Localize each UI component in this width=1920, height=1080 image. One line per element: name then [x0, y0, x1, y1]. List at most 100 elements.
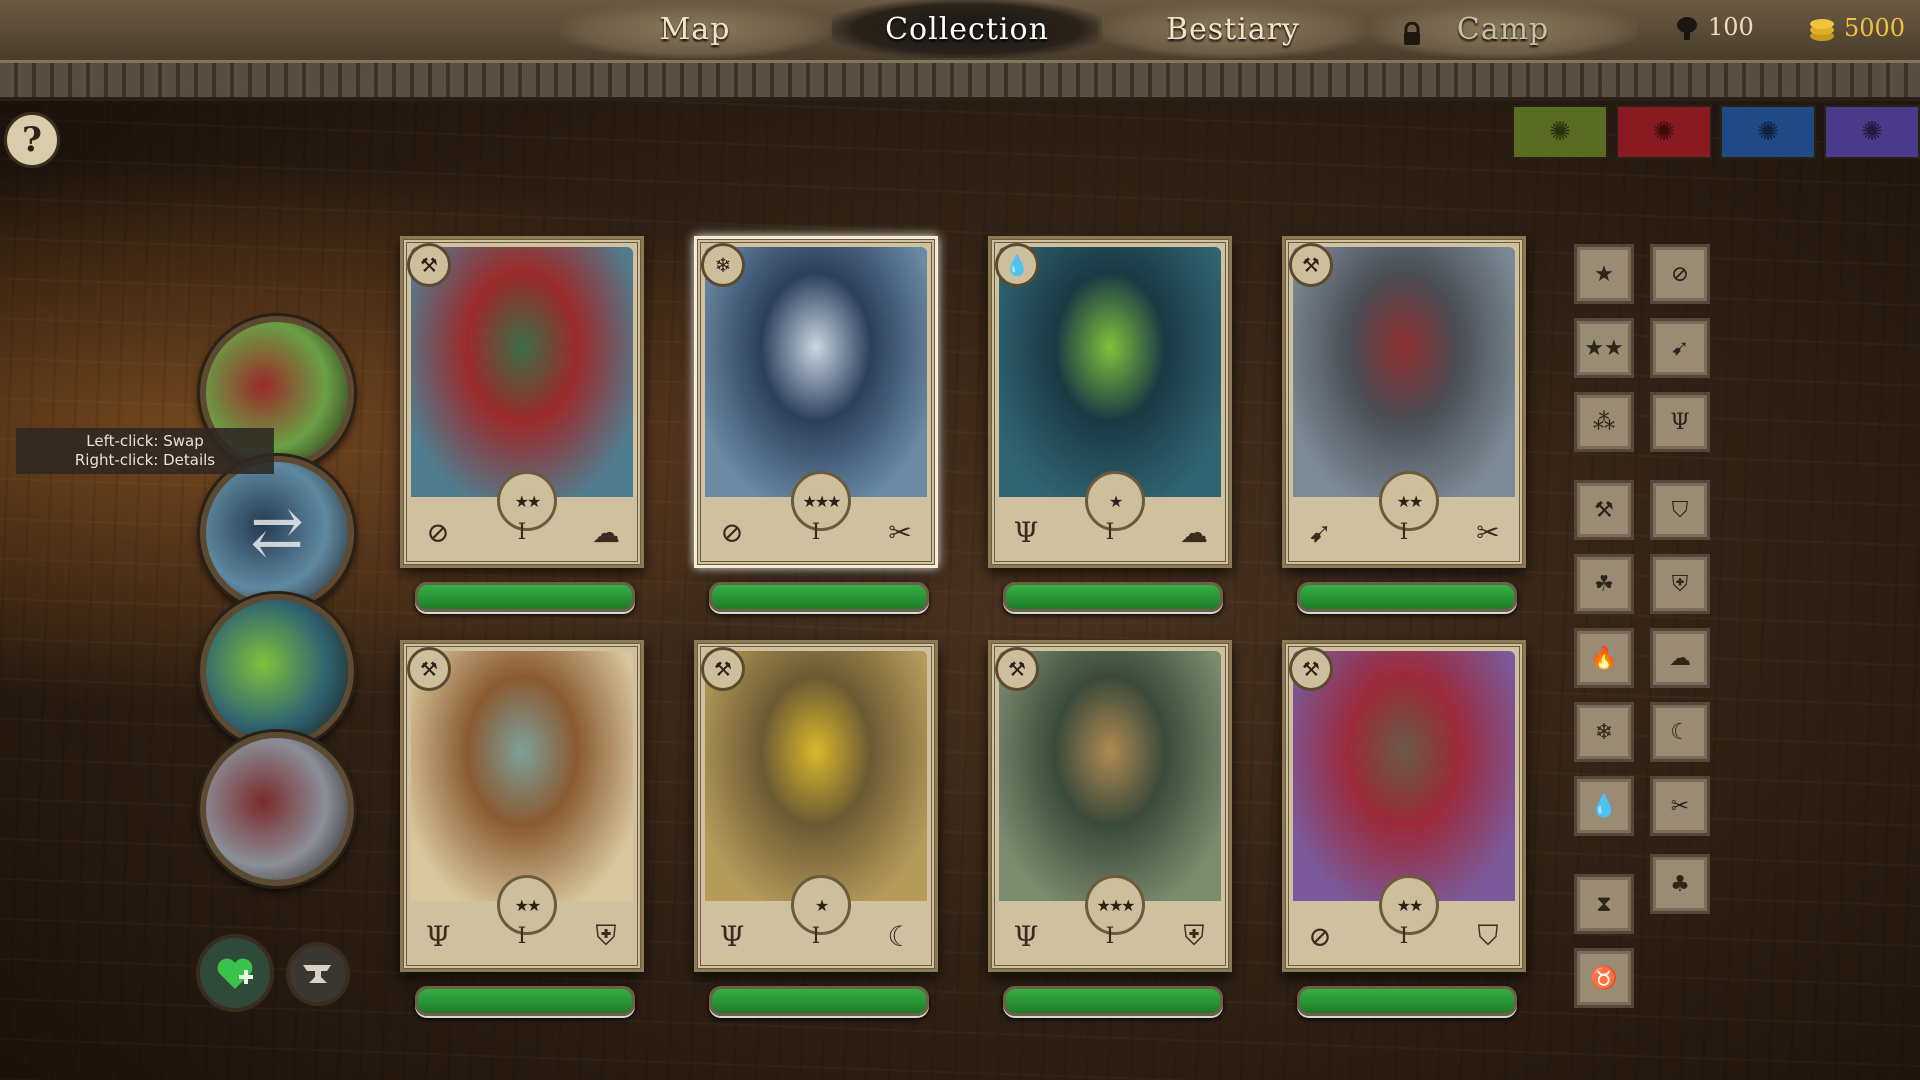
health-fill [712, 585, 926, 609]
unit-card-7[interactable]: ⚒ ★★★ Ψ I ⛨ [988, 640, 1232, 972]
serpent-portrait [206, 600, 348, 742]
helmet-icon: ⛨ [595, 919, 617, 952]
health-fill [1006, 585, 1220, 609]
filter-shield-icon[interactable]: ⛉ [1650, 480, 1710, 540]
filter-helmet-icon[interactable]: ⛨ [1650, 554, 1710, 614]
health-fill [1006, 989, 1220, 1013]
filter-triquetra-icon[interactable]: ☘ [1574, 554, 1634, 614]
card-art [705, 651, 927, 901]
element-filter-1[interactable]: ✺ [1512, 105, 1608, 159]
unit-card-8[interactable]: ⚒ ★★ ⊘ I ⛉ [1282, 640, 1526, 972]
health-bar-8 [1297, 986, 1517, 1016]
unit-card-3[interactable]: 💧 ★ Ψ I ☁ [988, 236, 1232, 568]
card-level: I [1105, 923, 1115, 949]
meat-icon [1677, 17, 1697, 40]
beast-icon: ☁ [591, 515, 620, 549]
rat-portrait [206, 738, 348, 880]
party-portrait-2[interactable]: ⇄ [200, 456, 354, 610]
card-traits: ⊘ I ⛉ [1297, 911, 1511, 961]
health-fill [418, 989, 632, 1013]
food-resource: 100 [1672, 12, 1754, 42]
decorative-rail [0, 60, 1920, 101]
filter-beast-icon[interactable]: ☁ [1650, 628, 1710, 688]
trident-icon: Ψ [1013, 515, 1039, 549]
food-count: 100 [1708, 13, 1754, 41]
health-bar-6 [709, 986, 929, 1016]
card-traits: ⊘ I ✂ [709, 507, 923, 557]
unit-card-5[interactable]: ⚒ ★★ Ψ I ⛨ [400, 640, 644, 972]
filter-one-star-icon[interactable]: ★ [1574, 244, 1634, 304]
element-filter-2[interactable]: ✺ [1616, 105, 1712, 159]
card-art [1293, 247, 1515, 497]
health-bar-2 [709, 582, 929, 612]
card-level: I [1399, 923, 1409, 949]
red-element-icon: ✺ [1653, 117, 1675, 147]
card-art [411, 651, 633, 901]
card-level: I [517, 923, 527, 949]
drop-icon: 💧 [995, 243, 1039, 287]
card-level: I [811, 923, 821, 949]
question-icon: ? [22, 120, 42, 160]
ranged-icon: ⊘ [720, 515, 744, 549]
party-portrait-4[interactable] [200, 732, 354, 886]
health-fill [712, 989, 926, 1013]
card-level: I [517, 519, 527, 545]
filter-bow-icon[interactable]: ➹ [1650, 318, 1710, 378]
unit-card-6[interactable]: ⚒ ★ Ψ I ☾ [694, 640, 938, 972]
tab-map[interactable]: Map [560, 0, 830, 58]
filter-plant-icon[interactable]: ♣ [1650, 854, 1710, 914]
element-filter-3[interactable]: ✺ [1720, 105, 1816, 159]
tab-bestiary[interactable]: Bestiary [1098, 0, 1368, 58]
filter-moon-icon[interactable]: ☾ [1650, 702, 1710, 762]
unit-card-4[interactable]: ⚒ ★★ ➹ I ✂ [1282, 236, 1526, 568]
filter-crossed-keys-icon[interactable]: ✂ [1650, 776, 1710, 836]
card-art [999, 651, 1221, 901]
health-fill [418, 585, 632, 609]
health-bar-5 [415, 986, 635, 1016]
hammer-axe-icon: ⚒ [407, 243, 451, 287]
unit-card-1[interactable]: ⚒ ★★ ⊘ I ☁ [400, 236, 644, 568]
party-portrait-3[interactable] [200, 594, 354, 748]
card-traits: Ψ I ⛨ [1003, 911, 1217, 961]
anvil-button[interactable] [286, 942, 350, 1006]
card-level: I [1105, 519, 1115, 545]
filter-horns-icon[interactable]: ♉ [1574, 948, 1634, 1008]
filter-ranged-icon[interactable]: ⊘ [1650, 244, 1710, 304]
filter-trident-icon[interactable]: Ψ [1650, 392, 1710, 452]
snowflake-icon: ❄ [701, 243, 745, 287]
unit-card-2[interactable]: ❄ ★★★ ⊘ I ✂ [694, 236, 938, 568]
gold-resource: 5000 [1806, 12, 1905, 44]
trident-icon: Ψ [425, 919, 451, 953]
card-level: I [1399, 519, 1409, 545]
heal-button[interactable] [196, 934, 274, 1012]
health-bar-1 [415, 582, 635, 612]
filter-two-star-icon[interactable]: ★★ [1574, 318, 1634, 378]
hammer-axe-icon: ⚒ [701, 647, 745, 691]
helmet-icon: ⛨ [1183, 919, 1205, 952]
tab-collection[interactable]: Collection [832, 0, 1102, 58]
swap-icon: ⇄ [250, 496, 304, 570]
filter-fire-icon[interactable]: 🔥 [1574, 628, 1634, 688]
element-filter-4[interactable]: ✺ [1824, 105, 1920, 159]
beast-icon: ☁ [1179, 515, 1208, 549]
help-button[interactable]: ? [4, 112, 60, 168]
hammer-axe-icon: ⚒ [995, 647, 1039, 691]
card-traits: ⊘ I ☁ [415, 507, 629, 557]
filter-three-star-icon[interactable]: ⁂ [1574, 392, 1634, 452]
hammer-axe-icon: ⚒ [1289, 243, 1333, 287]
filter-drop-icon[interactable]: 💧 [1574, 776, 1634, 836]
moon-icon: ☾ [887, 919, 913, 953]
purple-element-icon: ✺ [1861, 117, 1883, 147]
card-art [999, 247, 1221, 497]
card-traits: Ψ I ☁ [1003, 507, 1217, 557]
filter-hourglass-icon[interactable]: ⧗ [1574, 874, 1634, 934]
filter-hammer-axe-icon[interactable]: ⚒ [1574, 480, 1634, 540]
tooltip-line-swap: Left-click: Swap [86, 432, 204, 450]
tooltip-line-details: Right-click: Details [74, 451, 216, 469]
ranged-icon: ⊘ [1308, 919, 1332, 953]
health-bar-4 [1297, 582, 1517, 612]
card-art [1293, 651, 1515, 901]
card-traits: ➹ I ✂ [1297, 507, 1511, 557]
filter-snowflake-icon[interactable]: ❄ [1574, 702, 1634, 762]
hammer-axe-icon: ⚒ [407, 647, 451, 691]
